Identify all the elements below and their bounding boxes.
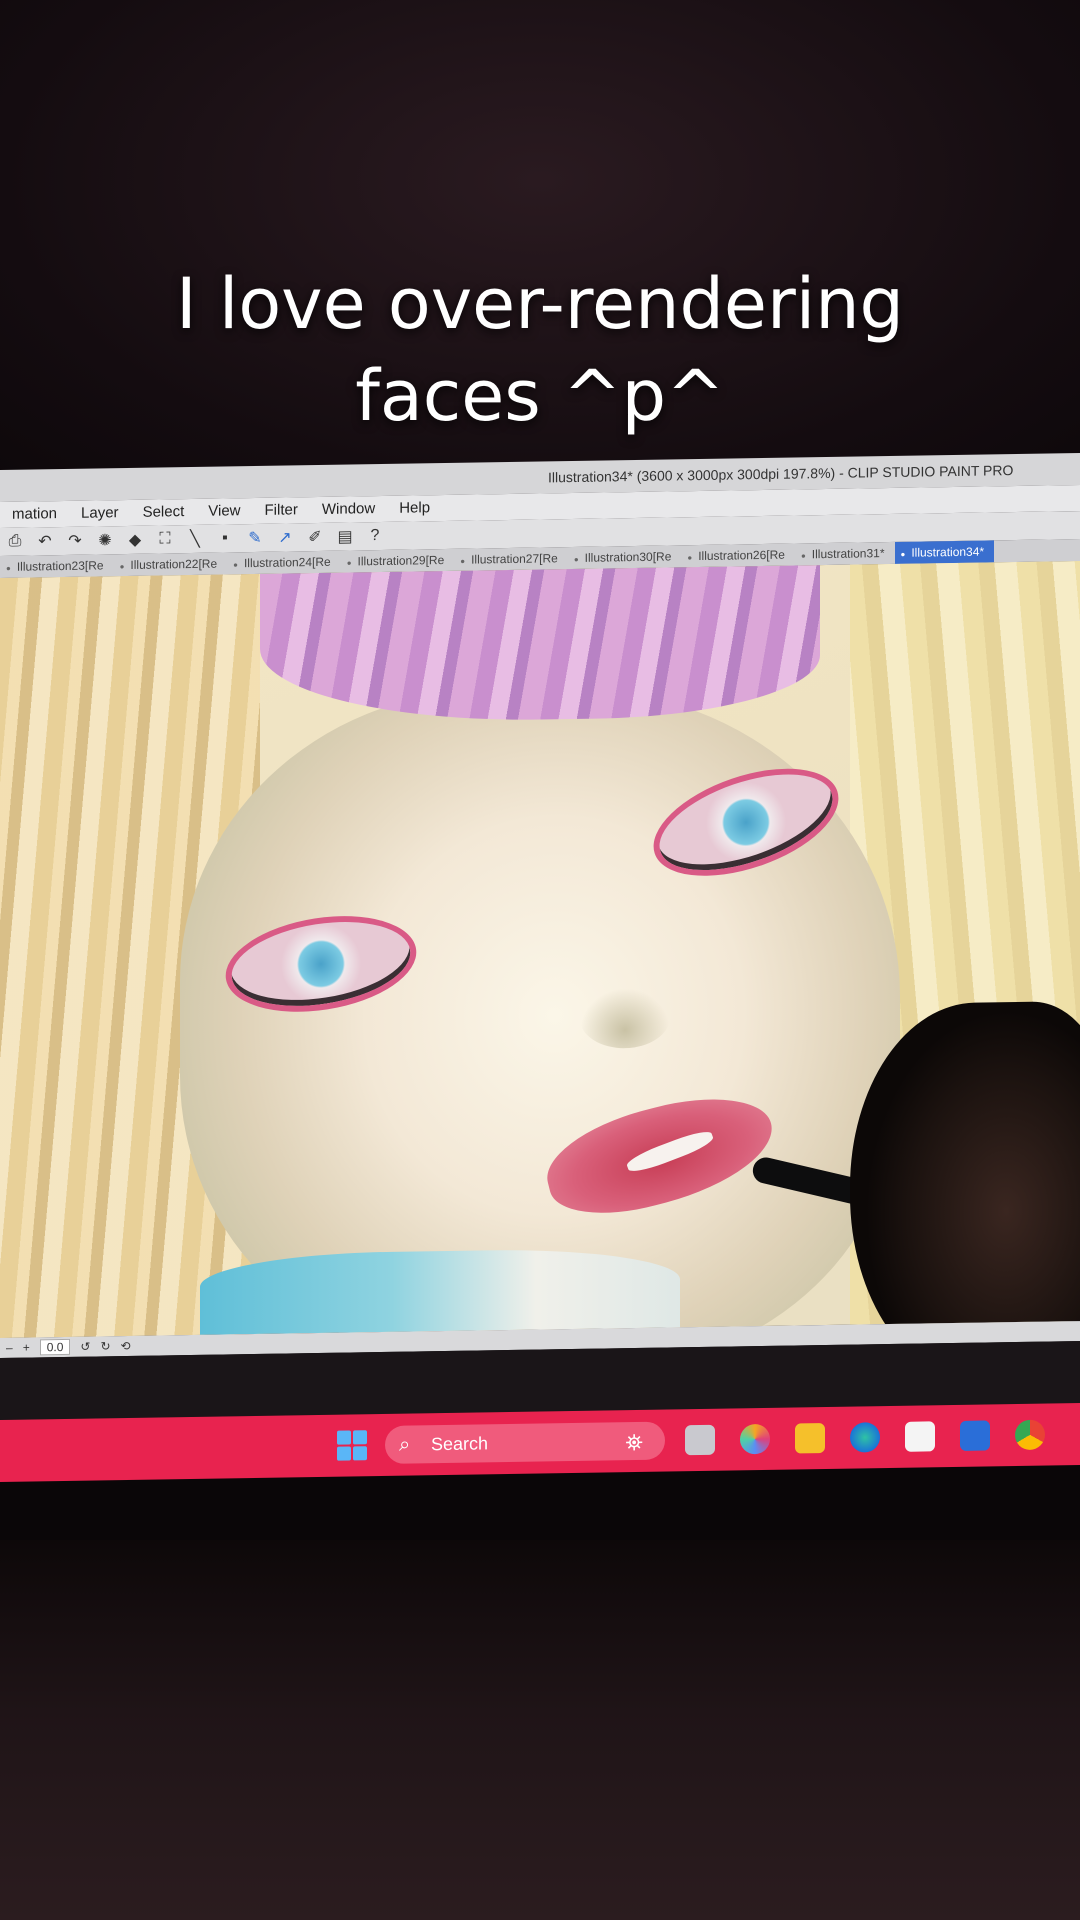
pen-blue-icon[interactable]: ✎ xyxy=(244,528,266,548)
mail-icon[interactable] xyxy=(960,1420,990,1451)
reset-rotation-icon[interactable]: ⟲ xyxy=(121,1339,131,1353)
store-icon[interactable] xyxy=(905,1421,935,1452)
rotate-left-icon[interactable]: ↺ xyxy=(80,1340,90,1354)
menu-layer[interactable]: Layer xyxy=(69,500,131,527)
undo-icon[interactable]: ↶ xyxy=(34,531,56,551)
video-caption: I love over-rendering faces ^p^ xyxy=(40,258,1040,442)
tab-illustration27[interactable]: Illustration27[Re xyxy=(454,547,568,571)
snap-icon[interactable]: ▪ xyxy=(214,528,236,548)
menu-select[interactable]: Select xyxy=(131,499,197,526)
menu-help[interactable]: Help xyxy=(387,495,442,522)
zoom-out-button[interactable]: – xyxy=(6,1341,13,1355)
copilot-icon[interactable] xyxy=(740,1423,770,1455)
task-view-icon[interactable] xyxy=(685,1424,715,1456)
taskbar-search[interactable]: ⌕ Search ⛯ xyxy=(385,1421,665,1464)
painted-bangs xyxy=(260,565,820,724)
menu-animation[interactable]: mation xyxy=(0,501,69,528)
drawing-canvas[interactable] xyxy=(0,561,1080,1338)
tab-illustration22[interactable]: Illustration22[Re xyxy=(114,552,228,576)
caption-line-1: I love over-rendering xyxy=(176,263,904,345)
redo-icon[interactable]: ↷ xyxy=(64,531,86,551)
zoom-in-button[interactable]: + xyxy=(23,1341,30,1355)
windows-start-icon[interactable] xyxy=(337,1430,367,1461)
file-explorer-icon[interactable] xyxy=(795,1423,825,1454)
rotate-right-icon[interactable]: ↻ xyxy=(100,1339,110,1353)
tab-illustration34[interactable]: Illustration34* xyxy=(894,540,995,564)
tab-illustration31[interactable]: Illustration31* xyxy=(795,542,895,566)
tab-illustration23[interactable]: Illustration23[Re xyxy=(0,554,114,578)
pen-curve-icon[interactable]: ↗ xyxy=(274,527,296,547)
tab-illustration29[interactable]: Illustration29[Re xyxy=(341,549,455,573)
menu-filter[interactable]: Filter xyxy=(253,497,310,524)
loading-icon[interactable]: ✺ xyxy=(94,530,116,550)
transform-icon[interactable]: ⛶ xyxy=(154,529,176,549)
chrome-icon[interactable] xyxy=(1015,1419,1045,1451)
print-icon[interactable]: ⎙ xyxy=(4,532,26,552)
document-icon[interactable]: ▤ xyxy=(334,526,356,546)
laptop-screen: Illustration34* (3600 x 3000px 300dpi 19… xyxy=(0,453,1080,1550)
menu-view[interactable]: View xyxy=(196,498,252,525)
pen-icon[interactable]: ✐ xyxy=(304,527,326,547)
zoom-field[interactable]: 0.0 xyxy=(39,1338,71,1356)
painted-collar xyxy=(200,1247,680,1335)
edge-icon[interactable] xyxy=(850,1422,880,1453)
menu-window[interactable]: Window xyxy=(310,496,387,523)
ruler-icon[interactable]: ╲ xyxy=(184,529,206,549)
desk-surface xyxy=(0,1540,1080,1920)
tab-illustration30[interactable]: Illustration30[Re xyxy=(568,545,682,569)
fill-icon[interactable]: ◆ xyxy=(124,530,146,550)
tab-illustration24[interactable]: Illustration24[Re xyxy=(227,551,341,575)
caption-line-2: faces ^p^ xyxy=(355,355,725,437)
search-label: Search xyxy=(431,1433,489,1455)
lighthouse-icon: ⛯ xyxy=(625,1429,643,1456)
help-icon[interactable]: ? xyxy=(364,526,386,546)
search-icon: ⌕ xyxy=(399,1433,411,1456)
tab-illustration26[interactable]: Illustration26[Re xyxy=(681,544,795,568)
